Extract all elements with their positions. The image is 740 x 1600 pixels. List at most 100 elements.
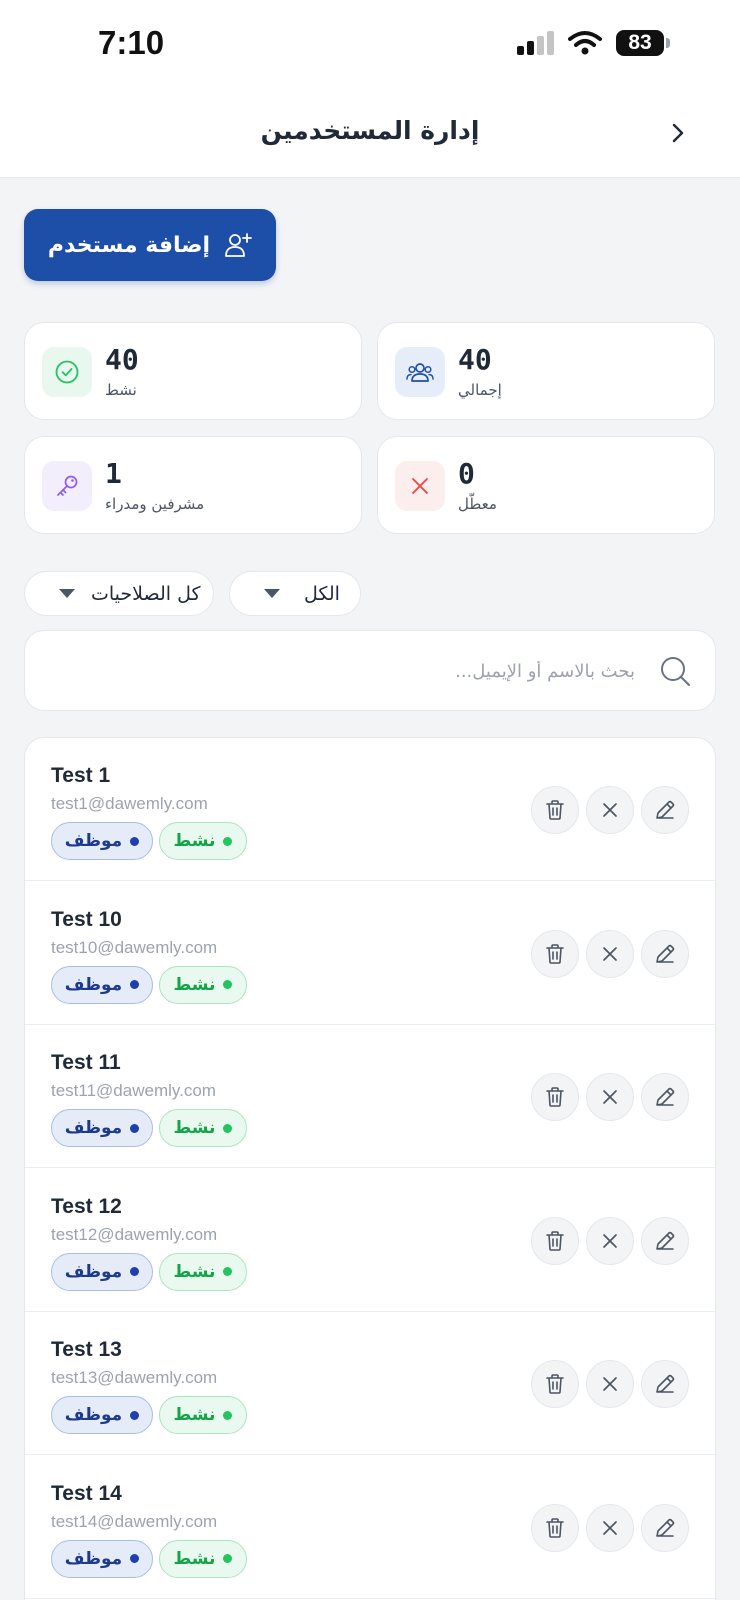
status-badge-label: نشط xyxy=(173,1261,216,1282)
user-row[interactable]: Test 12 test12@dawemly.com موظف نشط xyxy=(25,1169,715,1312)
delete-user-button[interactable] xyxy=(531,1503,579,1552)
status-time: 7:10 xyxy=(98,24,165,61)
trash-icon xyxy=(546,800,564,820)
pencil-icon xyxy=(656,1231,675,1250)
x-icon xyxy=(603,1520,617,1535)
status-badge: نشط xyxy=(159,1252,247,1291)
role-dot xyxy=(130,1267,140,1276)
status-badge: نشط xyxy=(159,1396,247,1434)
edit-user-button[interactable] xyxy=(641,1360,689,1408)
role-filter-dropdown[interactable]: كل الصلاحيات xyxy=(24,571,214,616)
status-badge: نشط xyxy=(159,822,247,860)
edit-user-button[interactable] xyxy=(641,1073,689,1121)
trash-icon xyxy=(546,1374,564,1394)
check-circle-icon xyxy=(55,360,79,384)
status-dot xyxy=(223,1554,233,1563)
role-badge-label: موظف xyxy=(64,831,123,851)
app-header: إدارة المستخدمين xyxy=(0,88,740,178)
status-bar: 7:10 83 xyxy=(0,0,740,88)
status-badge-label: نشط xyxy=(173,831,216,851)
user-row[interactable]: Test 1 test1@dawemly.com موظف نشط xyxy=(25,738,715,881)
user-name: Test 10 xyxy=(51,907,122,931)
chevron-right-icon xyxy=(672,123,684,143)
role-badge-label: موظف xyxy=(64,974,123,995)
role-dot xyxy=(130,836,140,846)
delete-user-button[interactable] xyxy=(531,929,579,978)
wifi-icon xyxy=(568,31,602,55)
stat-value-admins: 1 xyxy=(105,457,122,490)
edit-user-button[interactable] xyxy=(641,1503,689,1552)
stat-icon-total xyxy=(395,347,445,397)
user-row[interactable]: Test 13 test13@dawemly.com موظف نشط xyxy=(25,1312,715,1455)
x-icon xyxy=(603,803,617,817)
disable-user-button[interactable] xyxy=(586,786,634,834)
stat-label-active: نشط xyxy=(105,381,137,399)
edit-user-button[interactable] xyxy=(641,1216,689,1265)
disable-user-button[interactable] xyxy=(586,1216,634,1265)
pencil-icon xyxy=(656,1518,675,1537)
x-icon xyxy=(412,478,428,494)
role-badge: موظف xyxy=(51,965,153,1004)
role-badge: موظف xyxy=(51,1396,153,1434)
stat-label-admins: مشرفين ومدراء xyxy=(105,495,205,513)
status-icons: 83 xyxy=(517,30,670,56)
user-email: test1@dawemly.com xyxy=(51,794,208,813)
user-row[interactable]: Test 11 test11@dawemly.com موظف نشط xyxy=(25,1025,715,1168)
status-badge: نشط xyxy=(159,1539,247,1578)
stat-icon-admins xyxy=(42,461,92,511)
user-row[interactable]: Test 14 test14@dawemly.com موظف نشط xyxy=(25,1456,715,1599)
cellular-signal-icon xyxy=(517,31,554,55)
add-user-button[interactable]: إضافة مستخدم xyxy=(24,209,276,281)
status-filter-dropdown[interactable]: الكل xyxy=(229,571,361,616)
status-dot xyxy=(223,1123,233,1133)
status-badge-label: نشط xyxy=(173,1405,216,1425)
status-badge: نشط xyxy=(159,965,247,1004)
user-name: Test 12 xyxy=(51,1194,122,1218)
user-name: Test 1 xyxy=(51,764,111,787)
disable-user-button[interactable] xyxy=(586,1360,634,1408)
x-icon xyxy=(603,1090,617,1104)
back-button[interactable] xyxy=(664,116,692,150)
chevron-down-icon xyxy=(59,589,75,598)
role-badge-label: موظف xyxy=(64,1261,123,1282)
user-list: Test 1 test1@dawemly.com موظف نشط Test 1… xyxy=(24,737,716,1600)
role-dot xyxy=(130,980,140,989)
add-user-label: إضافة مستخدم xyxy=(47,232,211,258)
role-badge-label: موظف xyxy=(64,1548,123,1569)
user-row[interactable]: Test 10 test10@dawemly.com موظف نشط xyxy=(25,882,715,1025)
stat-value-total: 40 xyxy=(458,343,492,376)
status-dot xyxy=(223,980,233,989)
delete-user-button[interactable] xyxy=(531,1216,579,1265)
trash-icon xyxy=(546,1230,564,1251)
search-input[interactable] xyxy=(55,653,635,689)
role-badge: موظف xyxy=(51,822,153,860)
status-badge-label: نشط xyxy=(173,1118,216,1138)
disable-user-button[interactable] xyxy=(586,1503,634,1552)
stat-label-total: إجمالي xyxy=(458,381,502,399)
role-badge-label: موظف xyxy=(64,1405,123,1425)
trash-icon xyxy=(546,1517,564,1538)
stat-icon-disabled xyxy=(395,461,445,511)
user-name: Test 14 xyxy=(51,1481,122,1505)
status-dot xyxy=(223,836,233,846)
search-icon xyxy=(661,657,690,686)
trash-icon xyxy=(546,1087,564,1107)
disable-user-button[interactable] xyxy=(586,929,634,978)
role-badge-label: موظف xyxy=(64,1118,123,1138)
delete-user-button[interactable] xyxy=(531,1073,579,1121)
status-dot xyxy=(223,1267,233,1276)
user-email: test12@dawemly.com xyxy=(51,1224,218,1244)
role-dot xyxy=(130,1123,140,1133)
pencil-icon xyxy=(656,1087,675,1106)
edit-user-button[interactable] xyxy=(641,929,689,978)
role-dot xyxy=(130,1410,140,1420)
user-email: test10@dawemly.com xyxy=(51,937,218,957)
delete-user-button[interactable] xyxy=(531,786,579,834)
disable-user-button[interactable] xyxy=(586,1073,634,1121)
role-badge: موظف xyxy=(51,1252,153,1291)
delete-user-button[interactable] xyxy=(531,1360,579,1408)
x-icon xyxy=(603,1233,617,1248)
edit-user-button[interactable] xyxy=(641,786,689,834)
stat-card-total: 40 إجمالي xyxy=(377,322,715,420)
page-title: إدارة المستخدمين xyxy=(260,116,480,145)
